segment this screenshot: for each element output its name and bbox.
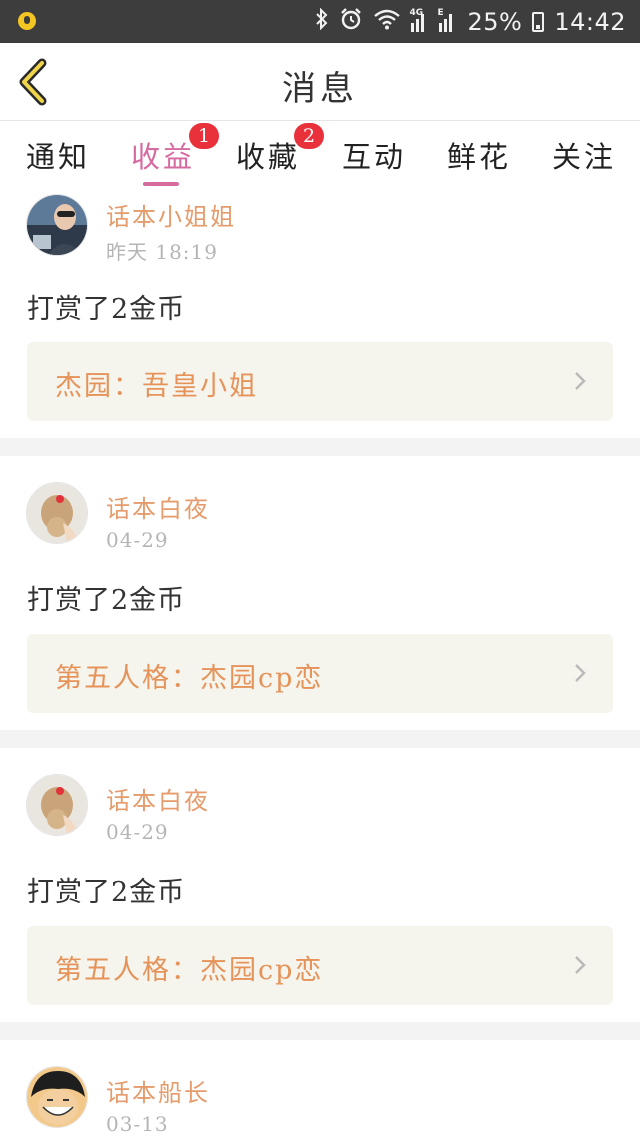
header: 消息 bbox=[0, 43, 640, 121]
avatar[interactable] bbox=[26, 1066, 88, 1128]
work-title: 第五人格：杰园cp恋 bbox=[55, 663, 324, 694]
chevron-right-icon bbox=[575, 956, 586, 974]
message-text: 打赏了2金币 bbox=[27, 585, 186, 616]
page-title: 消息 bbox=[282, 69, 358, 109]
message-time: 昨天 18:19 bbox=[106, 240, 218, 264]
work-card[interactable]: 第五人格：杰园cp恋 bbox=[27, 634, 613, 713]
notification-icon bbox=[18, 12, 36, 30]
message-time: 03-13 bbox=[106, 1112, 169, 1136]
chevron-right-icon bbox=[575, 372, 586, 390]
message-item: 话本小姐姐 昨天 18:19 打赏了2金币 杰园：吾皇小姐 bbox=[0, 186, 640, 438]
tab-flowers[interactable]: 鲜花 bbox=[447, 134, 511, 176]
tab-bar: 通知 收益 1 收藏 2 互动 鲜花 关注 bbox=[0, 122, 640, 186]
unread-badge: 1 bbox=[189, 123, 220, 149]
username[interactable]: 话本白夜 bbox=[106, 781, 210, 816]
username[interactable]: 话本白夜 bbox=[106, 489, 210, 524]
tab-label: 收藏 bbox=[236, 140, 301, 174]
divider bbox=[0, 1022, 640, 1040]
message-item: 话本白夜 04-29 打赏了2金币 第五人格：杰园cp恋 bbox=[0, 748, 640, 1022]
tab-following[interactable]: 关注 bbox=[552, 134, 616, 176]
message-text: 打赏了2金币 bbox=[27, 877, 186, 908]
tab-label: 收益 bbox=[131, 140, 196, 174]
signal-4g-icon: 4G bbox=[409, 8, 429, 32]
tab-label: 鲜花 bbox=[447, 140, 512, 174]
tab-earnings[interactable]: 收益 1 bbox=[131, 123, 220, 186]
wifi-icon bbox=[373, 8, 401, 35]
message-item: 话本船长 03-13 bbox=[0, 1040, 640, 1138]
username[interactable]: 话本小姐姐 bbox=[106, 197, 236, 232]
avatar[interactable] bbox=[26, 194, 88, 256]
work-card[interactable]: 第五人格：杰园cp恋 bbox=[27, 926, 613, 1005]
divider bbox=[0, 730, 640, 748]
work-title: 杰园：吾皇小姐 bbox=[55, 371, 258, 402]
tab-label: 互动 bbox=[342, 140, 407, 174]
battery-percent: 25% bbox=[467, 7, 523, 36]
avatar[interactable] bbox=[26, 482, 88, 544]
username[interactable]: 话本船长 bbox=[106, 1073, 210, 1108]
tab-label: 关注 bbox=[552, 140, 617, 174]
avatar[interactable] bbox=[26, 774, 88, 836]
signal-e-icon: E bbox=[437, 8, 457, 32]
work-card[interactable]: 杰园：吾皇小姐 bbox=[27, 342, 613, 421]
alarm-icon bbox=[339, 7, 363, 36]
status-bar: 4G E 25% 14:42 bbox=[0, 0, 640, 43]
message-text: 打赏了2金币 bbox=[27, 294, 186, 325]
chevron-right-icon bbox=[575, 664, 586, 682]
message-time: 04-29 bbox=[106, 528, 169, 552]
tab-notifications[interactable]: 通知 bbox=[26, 134, 90, 176]
message-time: 04-29 bbox=[106, 820, 169, 844]
tab-favorites[interactable]: 收藏 2 bbox=[236, 123, 325, 176]
bluetooth-icon bbox=[315, 7, 329, 35]
tab-label: 通知 bbox=[26, 140, 91, 174]
message-item: 话本白夜 04-29 打赏了2金币 第五人格：杰园cp恋 bbox=[0, 456, 640, 730]
unread-badge: 2 bbox=[294, 123, 325, 149]
work-title: 第五人格：杰园cp恋 bbox=[55, 955, 324, 986]
status-time: 14:42 bbox=[554, 7, 626, 36]
divider bbox=[0, 438, 640, 456]
battery-icon bbox=[532, 11, 545, 32]
tab-interactions[interactable]: 互动 bbox=[342, 134, 406, 176]
